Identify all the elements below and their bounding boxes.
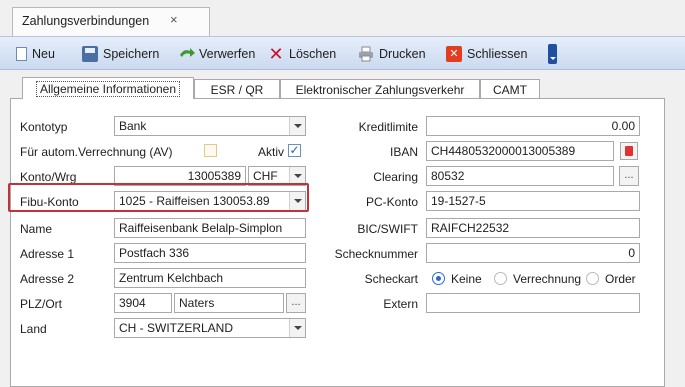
adresse2-input[interactable]: Zentrum Kelchbach: [114, 268, 306, 288]
aktiv-label: Aktiv: [258, 145, 285, 159]
schecknummer-input[interactable]: 0: [426, 243, 640, 263]
print-button-label: Drucken: [379, 47, 426, 61]
scheckart-keine-radio[interactable]: [432, 272, 445, 285]
document-tab-title: Zahlungsverbindungen: [22, 14, 150, 28]
adresse1-input[interactable]: Postfach 336: [114, 243, 306, 263]
av-checkbox[interactable]: [204, 144, 217, 157]
iban-label: IBAN: [389, 145, 418, 159]
extern-input[interactable]: [426, 293, 640, 313]
land-select[interactable]: CH - SWITZERLAND: [114, 318, 306, 338]
close-button[interactable]: ✕ Schliessen: [446, 44, 527, 64]
clearing-label: Clearing: [373, 170, 418, 184]
land-value: CH - SWITZERLAND: [119, 321, 233, 335]
save-button[interactable]: Speichern: [82, 44, 159, 64]
checkmark-icon: ✓: [289, 143, 300, 157]
tab-camt[interactable]: CAMT: [480, 79, 540, 99]
adresse2-label: Adresse 2: [20, 272, 75, 286]
kontotyp-value: Bank: [119, 119, 147, 133]
iban-input[interactable]: CH4480532000013005389: [426, 141, 614, 161]
scheckart-verrechnung-radio[interactable]: [494, 272, 507, 285]
discard-button[interactable]: Verwerfen: [178, 44, 255, 64]
close-icon: ✕: [446, 46, 462, 62]
save-button-label: Speichern: [103, 47, 160, 61]
pc-konto-input[interactable]: 19-1527-5: [426, 191, 640, 211]
tab-esr-qr[interactable]: ESR / QR: [194, 79, 280, 99]
ort-input[interactable]: Naters: [174, 293, 284, 313]
konto-label: Konto/Wrg: [20, 170, 77, 184]
bic-input[interactable]: RAIFCH22532: [426, 218, 640, 238]
new-button[interactable]: Neu: [14, 44, 55, 64]
clearing-input[interactable]: 80532: [426, 166, 614, 186]
kreditlimite-label: Kreditlimite: [358, 120, 418, 134]
delete-x-icon: ✕: [268, 44, 284, 64]
plz-input[interactable]: 3904: [114, 293, 172, 313]
floppy-save-icon: [82, 46, 98, 62]
tab-label: Elektronischer Zahlungsverkehr: [295, 82, 465, 97]
currency-value: CHF: [253, 169, 278, 183]
discard-icon: [178, 46, 195, 62]
av-label: Für autom.Verrechnung (AV): [20, 145, 173, 159]
pdf-icon[interactable]: [620, 142, 638, 160]
close-button-label: Schliessen: [467, 47, 528, 61]
plz-lookup-button[interactable]: ...: [286, 293, 306, 313]
fibu-highlight-box: [8, 183, 309, 212]
chevron-down-icon: [289, 319, 305, 337]
chevron-down-icon: [289, 117, 305, 135]
tab-allgemeine-informationen[interactable]: Allgemeine Informationen: [22, 77, 194, 100]
name-label: Name: [20, 222, 53, 236]
tab-label: ESR / QR: [210, 82, 264, 97]
kontotyp-select[interactable]: Bank: [114, 116, 306, 136]
kreditlimite-input[interactable]: 0.00: [426, 116, 640, 136]
scheckart-verrechnung-label: Verrechnung: [513, 272, 582, 286]
clearing-lookup-button[interactable]: ...: [619, 166, 639, 186]
delete-button-label: Löschen: [289, 47, 337, 61]
land-label: Land: [20, 322, 47, 336]
new-button-label: Neu: [32, 47, 55, 61]
plz-ort-label: PLZ/Ort: [20, 297, 63, 311]
scheckart-label: Scheckart: [364, 272, 418, 286]
pc-konto-label: PC-Konto: [365, 195, 418, 209]
tab-label: CAMT: [493, 82, 527, 97]
bic-label: BIC/SWIFT: [357, 222, 418, 236]
kontotyp-label: Kontotyp: [20, 120, 68, 134]
tab-label: Allgemeine Informationen: [35, 80, 181, 97]
schecknummer-label: Schecknummer: [334, 247, 418, 261]
printer-icon: [358, 46, 374, 62]
print-button[interactable]: Drucken: [358, 44, 426, 64]
extern-label: Extern: [383, 297, 418, 311]
tab-elektronischer-zahlungsverkehr[interactable]: Elektronischer Zahlungsverkehr: [280, 79, 480, 99]
adresse1-label: Adresse 1: [20, 247, 75, 261]
scheckart-keine-label: Keine: [451, 272, 482, 286]
scheckart-order-label: Order: [605, 272, 636, 286]
discard-button-label: Verwerfen: [199, 47, 256, 61]
aktiv-checkbox[interactable]: ✓: [288, 144, 301, 157]
document-tab-close-icon[interactable]: ×: [170, 12, 178, 27]
name-input[interactable]: Raiffeisenbank Belalp-Simplon: [114, 218, 306, 238]
delete-button[interactable]: ✕ Löschen: [268, 44, 336, 64]
scheckart-order-radio[interactable]: [586, 272, 599, 285]
toolbar-overflow-icon[interactable]: [548, 44, 557, 64]
new-document-icon: [16, 47, 27, 61]
